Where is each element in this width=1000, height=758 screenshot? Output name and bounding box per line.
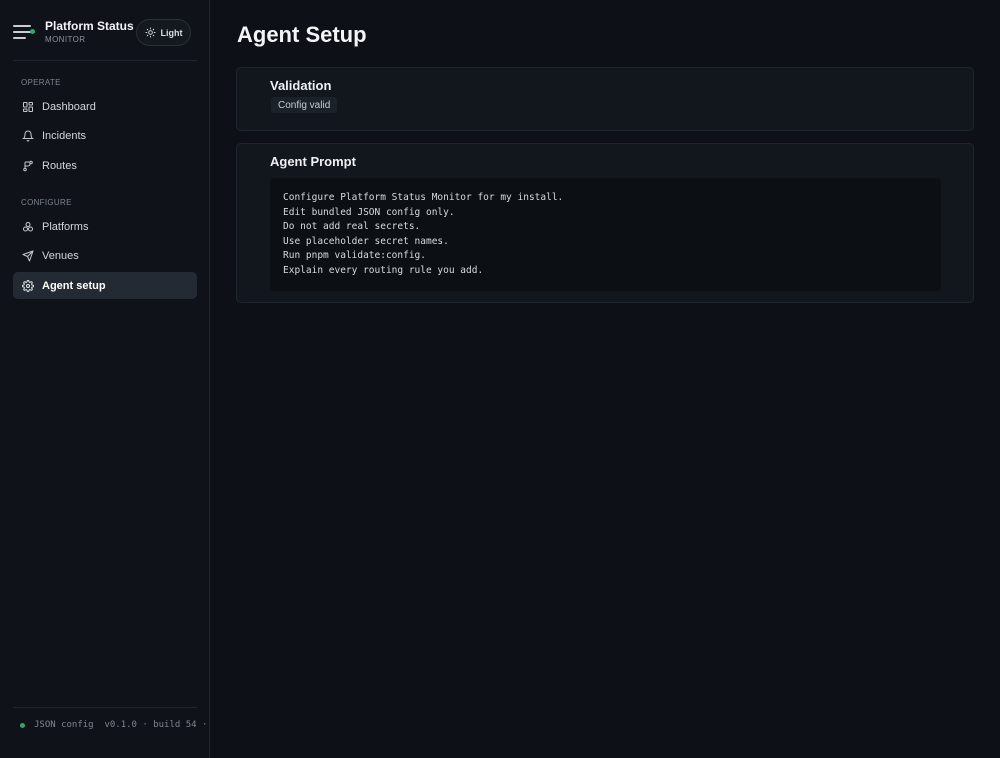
send-icon: [22, 250, 34, 261]
sidebar: Platform Status MONITOR Light OPERATE Da…: [0, 0, 210, 758]
brand-title: Platform Status: [45, 19, 134, 33]
prompt-line: Use placeholder secret names.: [283, 235, 449, 247]
agent-prompt-title: Agent Prompt: [270, 154, 356, 169]
status-badge: Config valid: [271, 97, 338, 113]
sidebar-item-label: Venues: [42, 249, 79, 262]
platforms-icon: [23, 221, 33, 231]
prompt-line: Configure Platform Status Monitor for my…: [283, 192, 564, 203]
theme-toggle-button[interactable]: Light: [136, 19, 191, 46]
sidebar-item-label: Incidents: [42, 129, 87, 142]
sidebar-item-agent-setup[interactable]: Agent setup: [13, 272, 197, 299]
sidebar-footer: JSON config v0.1.0 · build 54 ·: [20, 720, 207, 730]
sidebar-item-label: Routes: [42, 159, 77, 172]
section-label-operate: OPERATE: [21, 78, 61, 87]
section-label-configure: CONFIGURE: [21, 198, 72, 207]
sidebar-item-label: Dashboard: [42, 100, 96, 113]
sidebar-item-incidents[interactable]: Incidents: [13, 122, 197, 149]
validation-title: Validation: [270, 78, 332, 93]
sidebar-item-label: Platforms: [42, 220, 89, 233]
agent-prompt-card: Agent Prompt Configure Platform Status M…: [236, 143, 974, 303]
validation-card: Validation Config valid: [236, 67, 974, 131]
footer-text: JSON config v0.1.0 · build 54 ·: [34, 720, 208, 730]
grid-icon: [23, 101, 33, 112]
sidebar-item-venues[interactable]: Venues: [13, 242, 197, 269]
gear-icon: [22, 279, 34, 292]
main-content: Agent Setup Validation Config valid Agen…: [211, 0, 1000, 758]
agent-prompt-code-block[interactable]: Configure Platform Status Monitor for my…: [270, 178, 941, 291]
page-title: Agent Setup: [237, 22, 367, 47]
sidebar-item-routes[interactable]: Routes: [13, 152, 197, 179]
sidebar-footer-divider: [13, 707, 197, 708]
prompt-line: Explain every routing rule you add.: [283, 264, 484, 276]
menu-logo-icon: [13, 23, 35, 41]
route-icon: [23, 160, 33, 171]
prompt-line: Run pnpm validate:config.: [283, 250, 426, 262]
sidebar-divider: [13, 60, 197, 61]
bell-icon: [22, 130, 34, 142]
prompt-line: Edit bundled JSON config only.: [283, 206, 455, 218]
sun-icon: [144, 27, 156, 38]
sidebar-item-platforms[interactable]: Platforms: [13, 213, 197, 240]
sidebar-item-label: Agent setup: [42, 279, 106, 292]
brand-subtitle: MONITOR: [45, 35, 86, 44]
prompt-line: Do not add real secrets.: [283, 221, 421, 233]
theme-toggle-label: Light: [160, 27, 183, 38]
sidebar-item-dashboard[interactable]: Dashboard: [13, 93, 197, 120]
status-dot-icon: [20, 722, 25, 728]
